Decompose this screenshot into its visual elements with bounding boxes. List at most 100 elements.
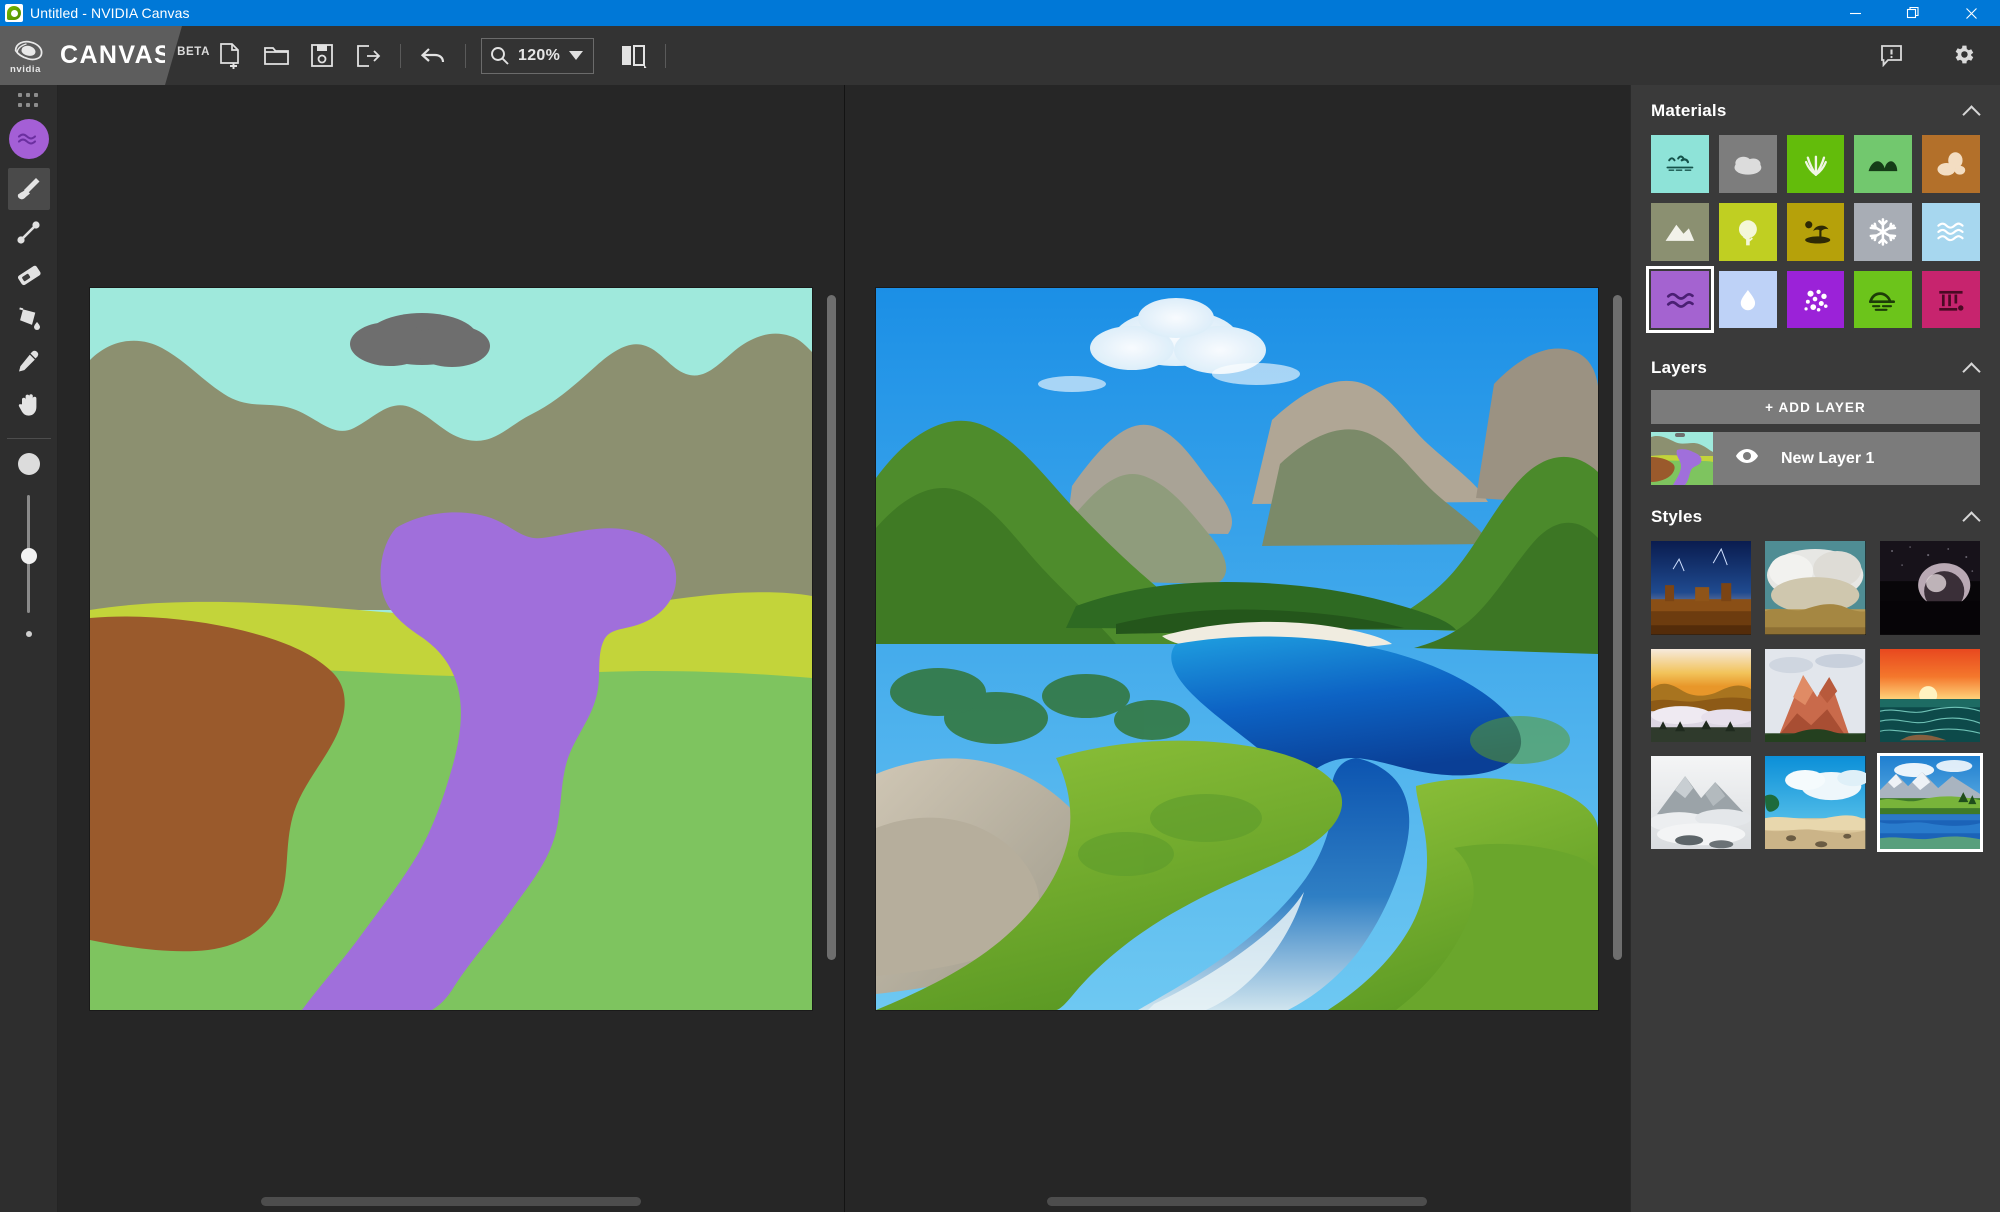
layers-section-header[interactable]: Layers	[1631, 342, 2000, 388]
birds-sky-icon	[1666, 155, 1694, 171]
ruins-columns-icon	[1939, 290, 1964, 311]
sea-waves-icon	[1937, 222, 1964, 242]
rendered-preview-canvas[interactable]	[876, 287, 1599, 1010]
flower-sparkle-icon	[1804, 289, 1828, 312]
material-dirt[interactable]	[1922, 135, 1980, 193]
split-view-button[interactable]	[610, 33, 656, 79]
minimize-button[interactable]	[1826, 0, 1884, 26]
chevron-up-icon[interactable]	[1964, 363, 1980, 373]
fog-cloud-icon	[1869, 291, 1896, 311]
material-mountain[interactable]	[1651, 202, 1709, 261]
zoom-value: 120%	[518, 46, 561, 64]
material-fog[interactable]	[1854, 270, 1913, 329]
style-desert-storm[interactable]	[1651, 541, 1752, 635]
grass-blades-icon	[1804, 155, 1827, 176]
material-cloud[interactable]	[1718, 135, 1777, 193]
tool-eraser[interactable]	[8, 254, 50, 296]
material-ruins[interactable]	[1922, 270, 1980, 329]
material-water[interactable]	[1718, 270, 1777, 329]
material-snow[interactable]	[1854, 202, 1913, 261]
material-grass[interactable]	[1786, 135, 1845, 193]
material-bush[interactable]	[1854, 135, 1913, 193]
river-waves-icon	[1666, 292, 1694, 308]
palm-island-icon	[1804, 220, 1830, 244]
nvidia-canvas-app-icon	[5, 4, 23, 22]
undo-button[interactable]	[410, 33, 456, 79]
window-controls	[1826, 0, 2000, 26]
current-material-swatch[interactable]	[8, 119, 49, 159]
preview-horizontal-scrollbar[interactable]	[1047, 1197, 1428, 1206]
materials-section-header[interactable]: Materials	[1631, 85, 2000, 131]
style-golden-fog[interactable]	[1651, 648, 1752, 742]
material-flowers[interactable]	[1786, 270, 1845, 329]
style-cloudy-canyon[interactable]	[1765, 541, 1866, 635]
segmentation-horizontal-scrollbar[interactable]	[260, 1197, 641, 1206]
add-layer-button[interactable]: + ADD LAYER	[1651, 390, 1980, 425]
tool-paint-brush[interactable]	[7, 168, 50, 210]
style-misty-monochrome[interactable]	[1651, 756, 1752, 850]
chevron-up-icon[interactable]	[1964, 106, 1980, 116]
caret-down-icon[interactable]	[569, 51, 584, 60]
bush-hills-icon	[1868, 161, 1898, 172]
tree-icon	[1738, 220, 1757, 246]
material-sky[interactable]	[1651, 135, 1709, 193]
new-file-button[interactable]	[207, 33, 253, 79]
segmentation-canvas[interactable]	[89, 287, 812, 1010]
export-button[interactable]	[345, 33, 391, 79]
tool-pan[interactable]	[8, 383, 50, 425]
materials-grid	[1631, 131, 2000, 342]
drag-grip-icon[interactable]	[17, 93, 40, 109]
eyedropper-icon	[19, 350, 39, 371]
style-blue-beach[interactable]	[1765, 756, 1866, 850]
tool-eyedropper[interactable]	[8, 340, 50, 382]
style-ocean-sunset[interactable]	[1879, 648, 1980, 743]
material-tree[interactable]	[1718, 202, 1777, 261]
brush-size-slider[interactable]	[18, 495, 40, 613]
segmentation-vertical-scrollbar[interactable]	[826, 295, 836, 960]
material-river[interactable]	[1646, 265, 1714, 334]
material-island[interactable]	[1786, 202, 1845, 261]
main-toolbar: nvidia CANVAS BETA 120%	[0, 26, 2000, 85]
toolbar-divider-3	[665, 43, 667, 68]
nvidia-wordmark: nvidia	[10, 63, 42, 75]
rendered-preview-panel[interactable]	[844, 85, 1630, 1212]
feedback-button[interactable]	[1868, 33, 1914, 79]
mountain-peak-icon	[1665, 224, 1695, 241]
toolbar-right-buttons	[1868, 26, 1986, 85]
styles-section-header[interactable]: Styles	[1631, 491, 2000, 537]
restore-button[interactable]	[1884, 0, 1942, 26]
nvidia-eye-logo: nvidia	[9, 36, 49, 76]
rail-divider	[6, 438, 51, 439]
styles-grid	[1631, 537, 2000, 865]
water-drop-icon	[1740, 289, 1755, 310]
canvas-stage	[58, 85, 1630, 1212]
right-side-panel: Materials Layers + ADD LAYER New Layer 1…	[1630, 85, 2000, 1212]
tool-line[interactable]	[8, 211, 50, 253]
river-waves-icon	[17, 133, 36, 145]
paint-bucket-icon	[19, 306, 40, 330]
eye-icon[interactable]	[1735, 448, 1759, 469]
zoom-control[interactable]: 120%	[481, 37, 595, 74]
material-sea[interactable]	[1922, 202, 1980, 261]
save-file-button[interactable]	[299, 33, 345, 79]
brand-area: nvidia CANVAS BETA	[0, 26, 209, 85]
layers-title: Layers	[1651, 358, 1708, 378]
window-title: Untitled - NVIDIA Canvas	[30, 5, 190, 21]
product-name: CANVAS	[60, 41, 173, 69]
title-bar: Untitled - NVIDIA Canvas	[0, 0, 2000, 26]
preview-vertical-scrollbar[interactable]	[1613, 295, 1622, 960]
style-red-peaks[interactable]	[1765, 648, 1866, 742]
paint-brush-icon	[17, 178, 39, 200]
brush-size-knob[interactable]	[20, 548, 37, 564]
chevron-up-icon[interactable]	[1964, 512, 1980, 522]
open-file-button[interactable]	[253, 33, 299, 79]
layer-row[interactable]: New Layer 1	[1651, 432, 1980, 486]
style-alpine-lake[interactable]	[1876, 753, 1984, 853]
tool-fill[interactable]	[8, 297, 50, 339]
rocks-dirt-icon	[1937, 152, 1966, 176]
materials-title: Materials	[1651, 101, 1727, 120]
segmentation-canvas-panel[interactable]	[58, 85, 845, 1212]
style-night-cave[interactable]	[1879, 541, 1980, 635]
close-button[interactable]	[1942, 0, 2000, 26]
settings-button[interactable]	[1940, 33, 1986, 79]
